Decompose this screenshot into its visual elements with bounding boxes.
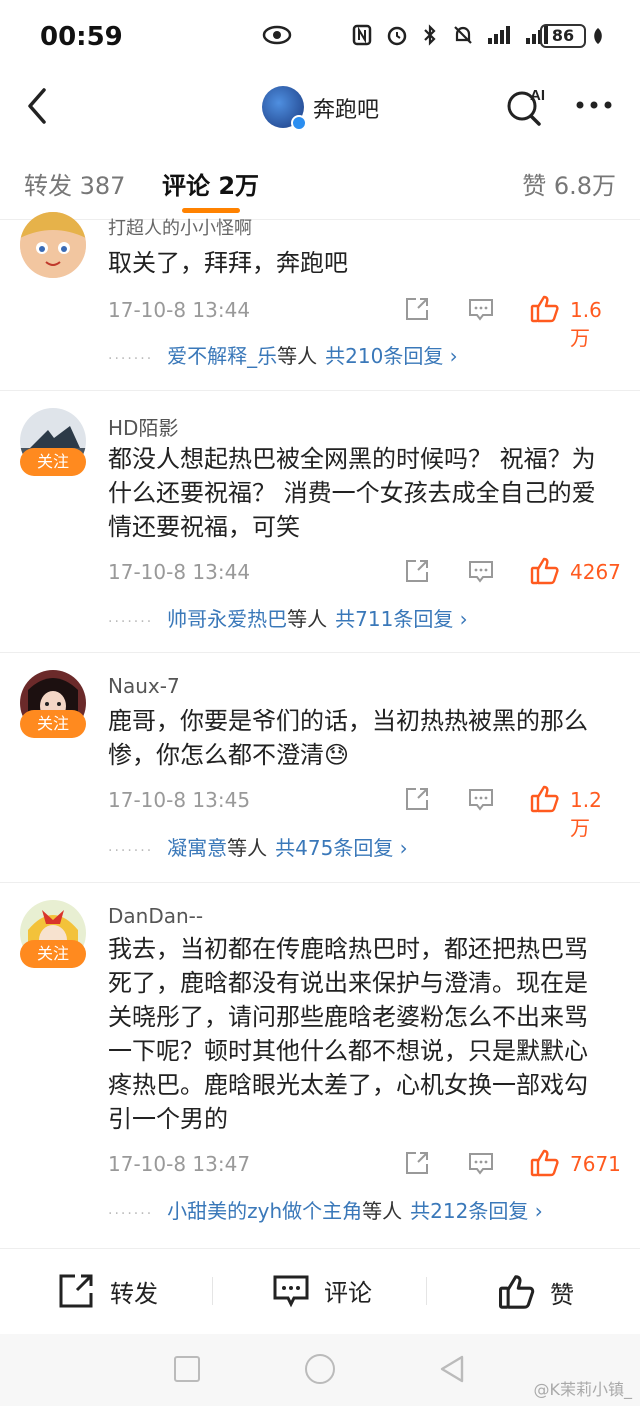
thumbs-up-icon xyxy=(499,1275,535,1309)
username[interactable]: DanDan-- xyxy=(108,904,203,928)
divider xyxy=(0,652,640,653)
thumbs-up-icon[interactable] xyxy=(530,784,560,818)
reply-names[interactable]: 爱不解释_乐 xyxy=(167,344,277,368)
username[interactable]: HD陌影 xyxy=(108,412,178,441)
reply-names[interactable]: 帅哥永爱热巴 xyxy=(167,607,287,631)
more-icon[interactable] xyxy=(574,90,614,120)
reply-icon[interactable] xyxy=(468,788,494,816)
comment-text: 我去，当初都在传鹿晗热巴时，都还把热巴骂死了，鹿晗都没有说出来保护与澄清。现在是… xyxy=(108,935,588,1133)
dots-decoration: ······· xyxy=(108,351,154,367)
dots-decoration: ······· xyxy=(108,1206,154,1222)
avatar[interactable] xyxy=(20,212,86,278)
like-count[interactable]: 4267 xyxy=(570,560,621,584)
share-icon[interactable] xyxy=(404,1150,430,1180)
comment-meta: 17-10-8 13:45 1.2万 xyxy=(108,784,620,840)
reply-summary[interactable]: ······· 小甜美的zyh做个主角等人 共212条回复 › xyxy=(108,1195,543,1225)
comment-date: 17-10-8 13:44 xyxy=(108,560,251,584)
thumbs-up-icon[interactable] xyxy=(530,1148,560,1182)
reply-suffix: 等人 xyxy=(227,836,268,860)
watermark: @K茉莉小镇_ xyxy=(533,1380,633,1399)
battery-indicator: 86 xyxy=(540,24,586,48)
comment-text: 都没人想起热巴被全网黑的时候吗？ 祝福？为什么还要祝福？ 消费一个女孩去成全自己… xyxy=(108,445,596,541)
system-icons xyxy=(352,24,556,46)
follow-button[interactable]: 关注 xyxy=(20,448,86,476)
alarm-icon xyxy=(387,26,407,46)
nfc-icon xyxy=(352,24,372,46)
thumbs-up-icon[interactable] xyxy=(530,294,560,328)
reply-count[interactable]: 共711条回复 › xyxy=(335,607,468,631)
tab-bar: 转发 387 评论 2万 赞 6.8万 xyxy=(0,148,640,220)
reply-summary[interactable]: ······· 帅哥永爱热巴等人 共711条回复 › xyxy=(108,603,468,633)
comment-text: 鹿哥，你要是爷们的话，当初热热被黑的那么惨，你怎么都不澄清😓 xyxy=(108,707,588,769)
reply-summary[interactable]: ······· 凝寓意等人 共475条回复 › xyxy=(108,832,408,862)
reply-count[interactable]: 共212条回复 › xyxy=(410,1199,543,1223)
page-title[interactable]: 奔跑吧 xyxy=(313,92,379,124)
comment-meta: 17-10-8 13:44 4267 xyxy=(108,556,621,590)
username[interactable]: 打超人的小小怪啊 xyxy=(108,214,252,240)
dots-decoration: ······· xyxy=(108,614,154,630)
like-label: 赞 xyxy=(550,1280,574,1309)
follow-button[interactable]: 关注 xyxy=(20,940,86,968)
verified-icon xyxy=(291,115,307,131)
comment-meta: 17-10-8 13:44 1.6万 xyxy=(108,294,620,350)
reply-suffix: 等人 xyxy=(277,344,318,368)
home-icon[interactable] xyxy=(305,1354,335,1384)
account-avatar[interactable] xyxy=(262,86,307,131)
like-button[interactable]: 赞 xyxy=(498,1273,574,1311)
divider xyxy=(0,390,640,391)
eye-icon xyxy=(262,24,292,50)
reply-suffix: 等人 xyxy=(362,1199,403,1223)
tab-repost[interactable]: 转发 387 xyxy=(24,166,125,201)
share-icon[interactable] xyxy=(404,296,430,326)
reply-count[interactable]: 共210条回复 › xyxy=(325,344,458,368)
tab-indicator xyxy=(182,208,240,213)
reply-icon[interactable] xyxy=(468,560,494,588)
dots-decoration: ······· xyxy=(108,843,154,859)
comment-date: 17-10-8 13:47 xyxy=(108,1152,251,1176)
repost-label: 转发 xyxy=(110,1279,158,1308)
reply-icon[interactable] xyxy=(468,298,494,326)
reply-suffix: 等人 xyxy=(287,607,328,631)
system-nav-bar: @K茉莉小镇_ xyxy=(0,1334,640,1406)
comment-date: 17-10-8 13:45 xyxy=(108,788,251,812)
mute-icon xyxy=(454,26,472,44)
recents-icon[interactable] xyxy=(174,1356,200,1382)
ai-search-icon[interactable]: AI xyxy=(504,86,550,126)
bluetooth-icon xyxy=(424,24,436,46)
comment-label: 评论 xyxy=(324,1279,372,1307)
repost-button[interactable]: 转发 xyxy=(58,1273,158,1309)
comment-date: 17-10-8 13:44 xyxy=(108,298,251,322)
separator xyxy=(212,1277,213,1305)
svg-text:AI: AI xyxy=(530,87,545,104)
action-bar: 转发 评论 赞 xyxy=(0,1248,640,1334)
header-bar: 奔跑吧 AI xyxy=(0,72,640,142)
reply-icon[interactable] xyxy=(468,1152,494,1180)
like-count[interactable]: 1.2万 xyxy=(570,788,620,841)
username[interactable]: Naux-7 xyxy=(108,674,180,698)
divider xyxy=(0,882,640,883)
reply-names[interactable]: 凝寓意 xyxy=(167,836,227,860)
comment-button[interactable]: 评论 xyxy=(272,1273,640,1308)
comment-meta: 17-10-8 13:47 7671 xyxy=(108,1148,621,1182)
status-time: 00:59 xyxy=(40,22,123,52)
comment-text: 取关了，拜拜，奔跑吧 xyxy=(108,249,348,277)
share-icon xyxy=(59,1274,93,1308)
like-count[interactable]: 1.6万 xyxy=(570,298,620,351)
share-icon[interactable] xyxy=(404,558,430,588)
thumbs-up-icon[interactable] xyxy=(530,556,560,590)
reply-names[interactable]: 小甜美的zyh做个主角 xyxy=(167,1199,362,1223)
share-icon[interactable] xyxy=(404,786,430,816)
reply-summary[interactable]: ······· 爱不解释_乐等人 共210条回复 › xyxy=(108,340,458,370)
back-icon[interactable] xyxy=(22,86,52,126)
leaf-icon xyxy=(592,27,604,49)
status-bar: 00:59 86 xyxy=(0,0,640,72)
nav-back-icon[interactable] xyxy=(438,1354,466,1388)
like-count[interactable]: 7671 xyxy=(570,1152,621,1176)
tab-like[interactable]: 赞 6.8万 xyxy=(522,166,616,201)
reply-count[interactable]: 共475条回复 › xyxy=(275,836,408,860)
reply-icon xyxy=(273,1275,309,1307)
separator xyxy=(426,1277,427,1305)
follow-button[interactable]: 关注 xyxy=(20,710,86,738)
